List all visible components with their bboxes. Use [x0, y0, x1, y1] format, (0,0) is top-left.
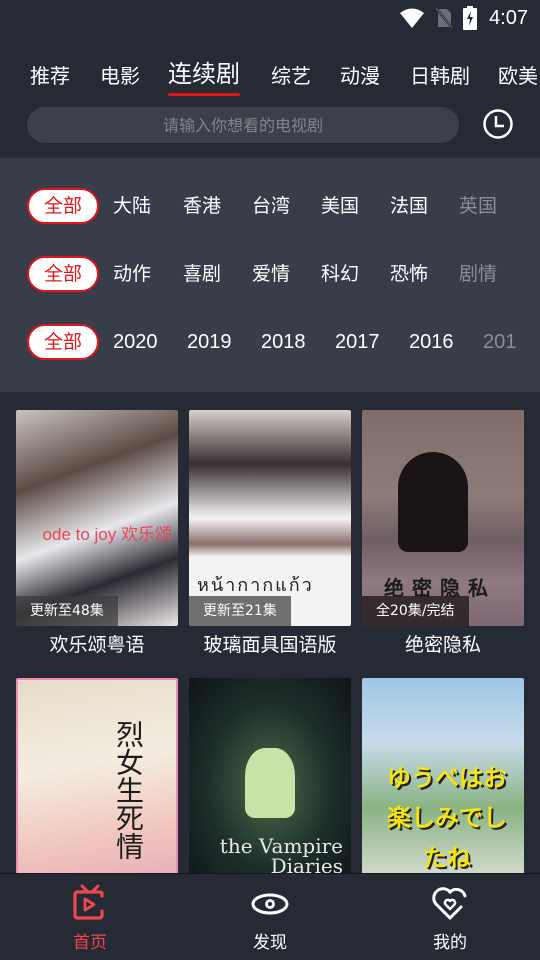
- poster-figure: [245, 748, 295, 818]
- heart-icon: [432, 887, 467, 920]
- region-chip[interactable]: 英国: [459, 188, 497, 224]
- year-chip[interactable]: 2020: [113, 324, 158, 360]
- episode-badge: 更新至21集: [189, 596, 291, 626]
- bottom-navigation: 首页 发现 我的: [0, 873, 540, 960]
- year-chip[interactable]: 2018: [261, 324, 306, 360]
- poster-image[interactable]: ode to joy 欢乐颂 更新至48集: [16, 410, 178, 626]
- tab-jp-kr[interactable]: 日韩剧: [410, 58, 470, 94]
- nav-label: 发现: [253, 933, 287, 953]
- year-chip[interactable]: 2019: [187, 324, 232, 360]
- tab-label: 欧美: [498, 64, 538, 88]
- poster-image[interactable]: 绝密隐私 全20集/完结: [362, 410, 524, 626]
- category-tabs: 推荐 电影 连续剧 综艺 动漫 日韩剧 欧美: [0, 58, 540, 98]
- tab-label: 连续剧: [168, 60, 240, 88]
- region-chip[interactable]: 法国: [390, 188, 428, 224]
- year-filter-row: 全部 2020 2019 2018 2017 2016 2015: [0, 322, 516, 362]
- poster-caption: หน้ากากแก้ว: [197, 575, 314, 596]
- tab-anime[interactable]: 动漫: [340, 58, 380, 94]
- genre-chip[interactable]: 爱情: [252, 256, 290, 292]
- genre-chip[interactable]: 喜剧: [183, 256, 221, 292]
- tab-tv-series[interactable]: 连续剧: [168, 58, 240, 96]
- poster-figure: [398, 452, 468, 552]
- episode-badge: 全20集/完结: [362, 596, 469, 626]
- battery-charging-icon: [463, 6, 478, 30]
- search-input[interactable]: [27, 107, 459, 143]
- tab-western[interactable]: 欧美: [498, 58, 538, 94]
- region-chip[interactable]: 台湾: [252, 188, 290, 224]
- poster-image[interactable]: ゆうべはお楽しみでしたね: [362, 678, 524, 894]
- region-filter-row: 全部 大陆 香港 台湾 美国 法国 英国: [0, 186, 540, 226]
- nav-home[interactable]: 首页: [30, 882, 150, 953]
- show-title[interactable]: 玻璃面具国语版: [189, 630, 351, 657]
- tab-variety[interactable]: 综艺: [271, 58, 311, 94]
- episode-badge: 更新至48集: [16, 596, 118, 626]
- year-all-chip[interactable]: 全部: [27, 324, 99, 360]
- tv-play-icon: [73, 884, 104, 920]
- nav-mine[interactable]: 我的: [390, 882, 510, 953]
- clock-icon[interactable]: [482, 108, 514, 140]
- year-chip[interactable]: 2017: [335, 324, 380, 360]
- genre-chip[interactable]: 恐怖: [390, 256, 428, 292]
- tab-recommend[interactable]: 推荐: [30, 58, 70, 94]
- show-title[interactable]: 欢乐颂粤语: [16, 630, 178, 657]
- genre-filter-row: 全部 动作 喜剧 爱情 科幻 恐怖 剧情: [0, 254, 540, 294]
- year-chip[interactable]: 2015: [483, 324, 516, 360]
- nav-label: 我的: [433, 933, 467, 953]
- clock-time: 4:07: [489, 6, 528, 29]
- tab-label: 综艺: [271, 64, 311, 88]
- wifi-icon: [400, 8, 425, 28]
- region-all-chip[interactable]: 全部: [27, 188, 99, 224]
- eye-icon: [251, 893, 289, 915]
- poster-caption: the Vampire Diaries: [219, 834, 343, 878]
- tab-label: 动漫: [340, 64, 380, 88]
- no-sim-icon: [435, 7, 454, 29]
- region-chip[interactable]: 香港: [183, 188, 221, 224]
- show-title[interactable]: 绝密隐私: [362, 630, 524, 657]
- genre-chip[interactable]: 剧情: [459, 256, 497, 292]
- active-tab-indicator: [168, 93, 240, 96]
- nav-label: 首页: [73, 933, 107, 953]
- tab-label: 推荐: [30, 64, 70, 88]
- poster-caption: 烈女生死情: [112, 720, 145, 860]
- genre-chip[interactable]: 科幻: [321, 256, 359, 292]
- poster-caption: ode to joy 欢乐颂: [42, 525, 172, 544]
- poster-image[interactable]: 烈女生死情: [16, 678, 178, 894]
- search-bar: [27, 107, 459, 143]
- tab-label: 日韩剧: [410, 64, 470, 88]
- genre-all-chip[interactable]: 全部: [27, 256, 99, 292]
- poster-caption: ゆうべはお楽しみでしたね: [387, 764, 507, 872]
- nav-discover[interactable]: 发现: [210, 882, 330, 953]
- region-chip[interactable]: 大陆: [113, 188, 151, 224]
- filter-panel: 全部 大陆 香港 台湾 美国 法国 英国 全部 动作 喜剧 爱情 科幻 恐怖 剧…: [0, 158, 540, 392]
- poster-image[interactable]: หน้ากากแก้ว 更新至21集: [189, 410, 351, 626]
- tab-label: 电影: [100, 64, 140, 88]
- year-chip[interactable]: 2016: [409, 324, 454, 360]
- genre-chip[interactable]: 动作: [113, 256, 151, 292]
- status-bar: 4:07: [0, 0, 540, 36]
- region-chip[interactable]: 美国: [321, 188, 359, 224]
- poster-image[interactable]: the Vampire Diaries: [189, 678, 351, 894]
- tab-movies[interactable]: 电影: [100, 58, 140, 94]
